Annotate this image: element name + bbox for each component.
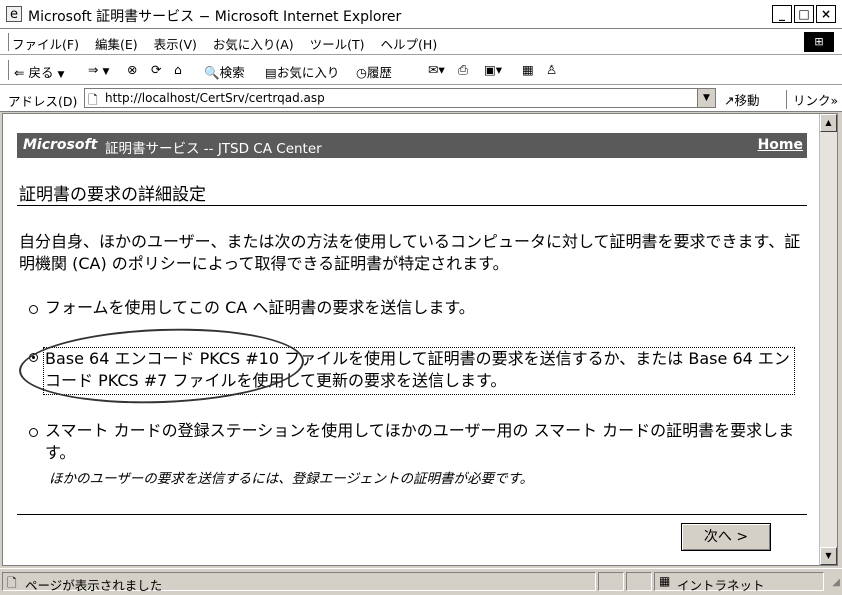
search-icon: 🔍 xyxy=(204,65,220,80)
highlight-oval xyxy=(17,324,306,408)
option-label-smartcard[interactable]: スマート カードの登録ステーションを使用してほかのユーザー用の スマート カード… xyxy=(45,420,805,464)
edit-icon[interactable]: ▣▾ xyxy=(484,62,502,77)
address-dropdown-icon[interactable]: ▼ xyxy=(697,89,715,107)
dropdown-arrow-icon: ▼ xyxy=(102,67,110,77)
bottom-divider xyxy=(17,514,807,515)
menu-help[interactable]: ヘルプ(H) xyxy=(381,37,438,52)
banner-brand: Microsoft xyxy=(23,137,98,153)
favorites-button[interactable]: ▤お気に入り xyxy=(265,62,339,81)
close-button[interactable]: × xyxy=(816,5,836,23)
page-content: Microsoft 証明書サービス -- JTSD CA Center Home… xyxy=(3,114,819,565)
status-pane-lock xyxy=(626,572,652,591)
status-bar: 🗋 ページが表示されました ▦ イントラネット ◢ xyxy=(0,568,842,595)
go-button[interactable]: ↗移動 xyxy=(724,90,760,109)
content-frame: Microsoft 証明書サービス -- JTSD CA Center Home… xyxy=(2,113,838,566)
next-button[interactable]: 次へ > xyxy=(681,523,771,551)
enrollment-agent-note: ほかのユーザーの要求を送信するには、登録エージェントの証明書が必要です。 xyxy=(49,471,534,487)
window-controls: _ □ × xyxy=(770,5,836,23)
banner-service: 証明書サービス -- JTSD CA Center xyxy=(105,141,322,157)
radio-form-request[interactable] xyxy=(29,305,38,314)
browser-window: e Microsoft 証明書サービス − Microsoft Internet… xyxy=(0,0,842,595)
search-label: 検索 xyxy=(219,65,245,80)
search-button[interactable]: 🔍検索 xyxy=(204,62,245,81)
option-label-form[interactable]: フォームを使用してこの CA へ証明書の要求を送信します。 xyxy=(45,297,805,319)
page-done-icon: 🗋 xyxy=(7,576,17,590)
status-pane-progress xyxy=(598,572,624,591)
mail-icon[interactable]: ✉▾ xyxy=(428,62,445,77)
print-icon[interactable]: ⎙ xyxy=(458,62,468,78)
windows-logo-icon: ⊞ xyxy=(804,32,834,52)
back-button[interactable]: ⇐ 戻る ▼ xyxy=(14,62,64,81)
vertical-scrollbar[interactable]: ▲ ▼ xyxy=(819,114,837,565)
toolbar-grip[interactable] xyxy=(4,60,9,80)
address-input[interactable]: 🗋 http://localhost/CertSrv/certrqad.asp … xyxy=(84,88,716,108)
menu-bar: ファイル(F) 編集(E) 表示(V) お気に入り(A) ツール(T) ヘルプ(… xyxy=(0,29,842,55)
window-title: Microsoft 証明書サービス − Microsoft Internet E… xyxy=(28,9,402,25)
menu-view[interactable]: 表示(V) xyxy=(154,37,197,52)
favorites-icon: ▤ xyxy=(265,65,277,80)
menu-tools[interactable]: ツール(T) xyxy=(310,37,365,52)
ie-page-icon: e xyxy=(6,6,22,22)
status-main-pane: 🗋 ページが表示されました xyxy=(2,572,596,593)
refresh-icon[interactable]: ⟳ xyxy=(151,62,161,77)
page-title: 証明書の要求の詳細設定 xyxy=(19,185,206,205)
history-button[interactable]: ◷履歴 xyxy=(356,62,392,81)
status-zone-pane: ▦ イントラネット xyxy=(654,572,824,593)
discuss-icon[interactable]: ▦ xyxy=(522,62,534,77)
address-label: アドレス(D) xyxy=(8,94,78,109)
maximize-button[interactable]: □ xyxy=(794,5,814,23)
stop-icon[interactable]: ⊗ xyxy=(127,62,137,77)
chevron-right-icon: » xyxy=(830,93,839,108)
scroll-down-icon[interactable]: ▼ xyxy=(820,547,837,565)
home-icon[interactable]: ⌂ xyxy=(174,62,182,77)
radio-smartcard-request[interactable] xyxy=(29,428,38,437)
menu-file[interactable]: ファイル(F) xyxy=(12,37,79,52)
history-label: 履歴 xyxy=(366,65,392,80)
status-text: ページが表示されました xyxy=(25,578,163,593)
address-url[interactable]: http://localhost/CertSrv/certrqad.asp xyxy=(105,91,325,105)
home-link[interactable]: Home xyxy=(758,137,803,153)
menu-favorites[interactable]: お気に入り(A) xyxy=(213,37,294,52)
title-bar: e Microsoft 証明書サービス − Microsoft Internet… xyxy=(0,0,842,29)
minimize-button[interactable]: _ xyxy=(772,5,792,23)
back-arrow-icon: ⇐ xyxy=(14,65,25,80)
messenger-icon[interactable]: ♙ xyxy=(546,62,557,77)
forward-button[interactable]: ⇒ ▼ xyxy=(88,62,109,77)
forward-arrow-icon: ⇒ xyxy=(88,62,99,77)
menu-edit[interactable]: 編集(E) xyxy=(95,37,138,52)
standard-toolbar: ⇐ 戻る ▼ ⇒ ▼ ⊗ ⟳ ⌂ 🔍検索 ▤お気に入り ◷履歴 ✉▾ ⎙ ▣▾ … xyxy=(0,55,842,85)
security-zone: イントラネット xyxy=(677,578,765,593)
links-label: リンク xyxy=(793,93,831,108)
page-banner: Microsoft 証明書サービス -- JTSD CA Center Home xyxy=(17,133,807,158)
page-icon: 🗋 xyxy=(88,93,98,107)
resize-grip-icon[interactable]: ◢ xyxy=(832,577,840,588)
links-button[interactable]: リンク» xyxy=(786,90,838,109)
go-arrow-icon: ↗ xyxy=(724,93,735,108)
go-label: 移動 xyxy=(734,93,760,108)
favorites-label: お気に入り xyxy=(276,65,340,80)
history-icon: ◷ xyxy=(356,65,367,80)
dropdown-arrow-icon: ▼ xyxy=(57,70,65,80)
title-divider xyxy=(17,205,807,206)
menu-grip[interactable] xyxy=(4,33,9,51)
intranet-zone-icon: ▦ xyxy=(659,574,671,588)
back-label: 戻る xyxy=(28,65,54,80)
scroll-up-icon[interactable]: ▲ xyxy=(820,114,837,132)
address-bar: アドレス(D) 🗋 http://localhost/CertSrv/certr… xyxy=(0,85,842,112)
intro-text: 自分自身、ほかのユーザー、または次の方法を使用しているコンピュータに対して証明書… xyxy=(19,232,801,273)
